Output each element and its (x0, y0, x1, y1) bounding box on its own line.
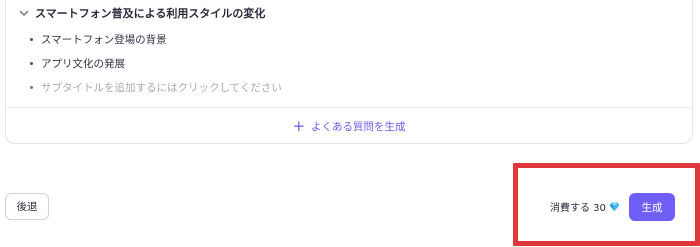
bullet-dot (30, 62, 33, 65)
outline-panel: スマートフォン普及による利用スタイルの変化 スマートフォン登場の背景 アプリ文化… (5, 0, 693, 144)
section-header[interactable]: スマートフォン普及による利用スタイルの変化 (18, 5, 265, 21)
cost-indicator: 消費する 30 (550, 199, 620, 214)
cost-label: 消費する 30 (550, 203, 606, 214)
list-item[interactable]: アプリ文化の発展 (30, 56, 125, 71)
generate-button[interactable]: 生成 (629, 193, 675, 221)
generate-faq-button[interactable]: + よくある質問を生成 (6, 107, 692, 143)
list-item-label[interactable]: スマートフォン登場の背景 (41, 32, 167, 47)
back-button[interactable]: 後退 (5, 193, 49, 220)
chevron-down-icon[interactable] (18, 7, 30, 19)
placeholder-label[interactable]: サブタイトルを追加するにはクリックしてください (41, 80, 282, 95)
add-subtitle-placeholder[interactable]: サブタイトルを追加するにはクリックしてください (30, 80, 282, 95)
diamond-icon (609, 201, 620, 212)
list-item[interactable]: スマートフォン登場の背景 (30, 32, 167, 47)
bullet-dot (30, 86, 33, 89)
list-item-label[interactable]: アプリ文化の発展 (41, 56, 125, 71)
plus-icon: + (292, 116, 306, 135)
generate-faq-label: よくある質問を生成 (311, 120, 406, 133)
bullet-dot (30, 38, 33, 41)
section-title[interactable]: スマートフォン普及による利用スタイルの変化 (35, 5, 265, 21)
